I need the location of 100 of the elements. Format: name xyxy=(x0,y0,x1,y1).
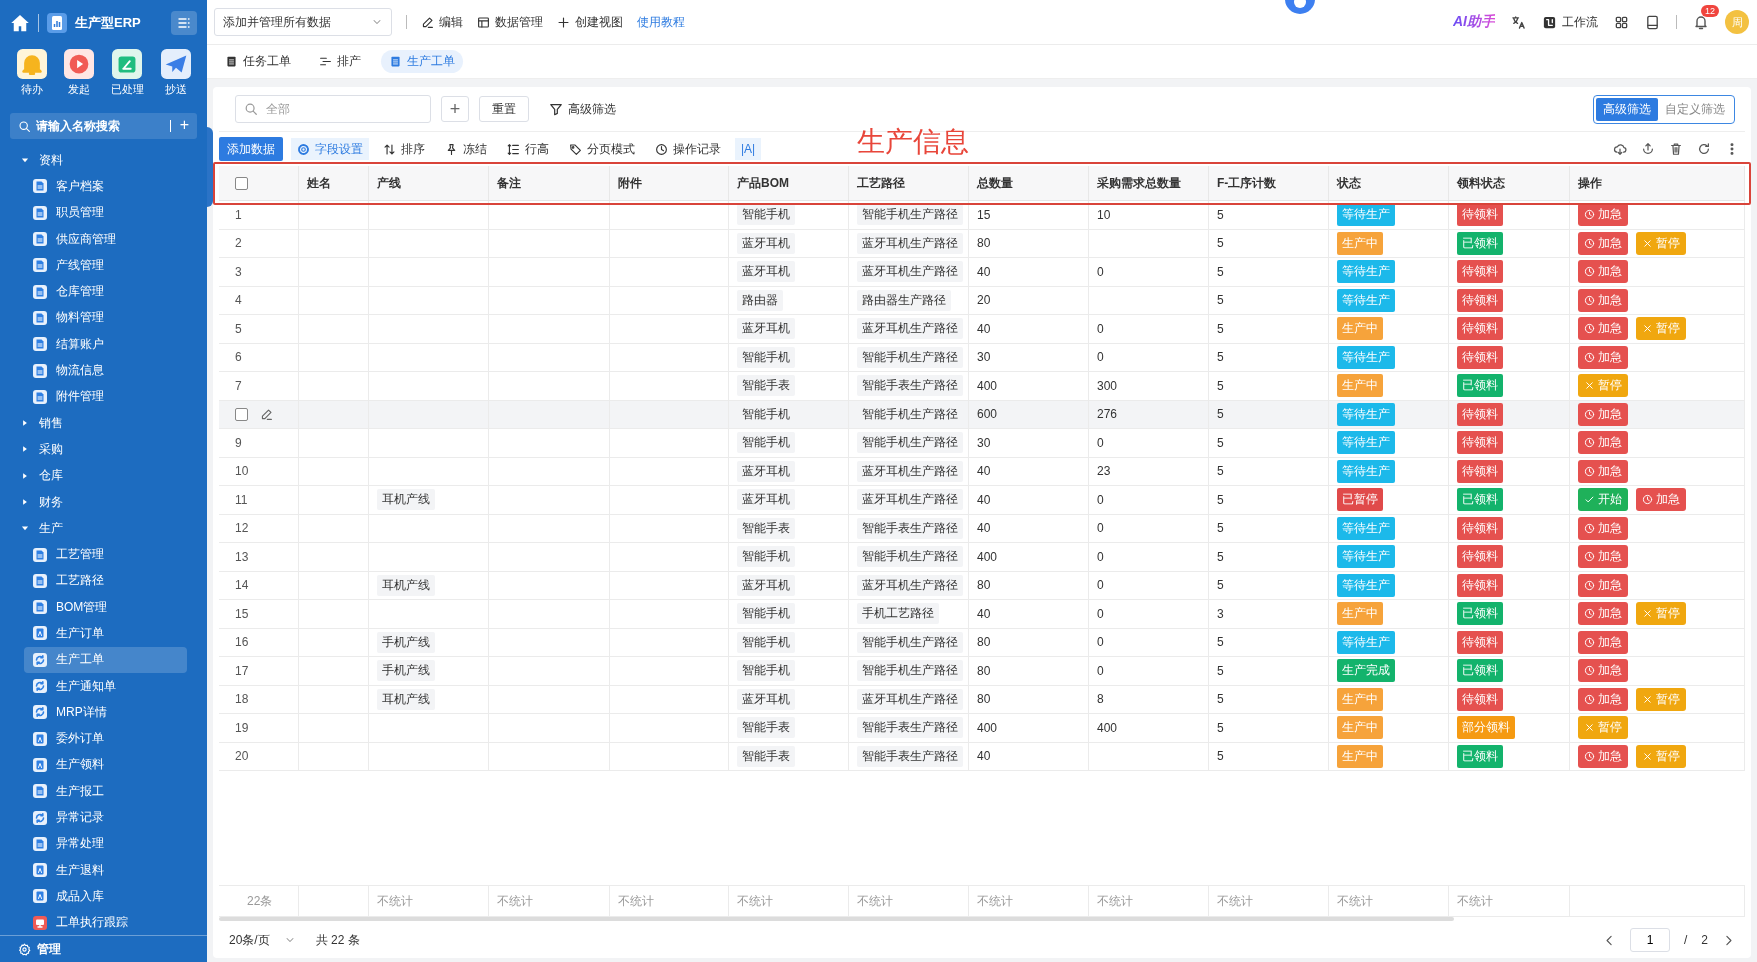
menu-item[interactable]: 生产工单 xyxy=(24,646,187,673)
menu-item[interactable]: 生产报工 xyxy=(24,778,187,805)
reset-button[interactable]: 重置 xyxy=(479,96,529,122)
menu-group[interactable]: 财务 xyxy=(0,488,207,516)
column-header[interactable]: 总数量 xyxy=(969,166,1089,200)
urgent-button[interactable]: 加急 xyxy=(1578,431,1628,455)
menu-item[interactable]: 成品入库 xyxy=(24,883,187,910)
menu-item[interactable]: 客户档案 xyxy=(24,173,187,200)
column-header[interactable]: 采购需求总数量 xyxy=(1089,166,1209,200)
menu-group[interactable]: 资料 xyxy=(0,147,207,174)
tab[interactable]: 生产工单 xyxy=(381,50,463,73)
toolbar-button[interactable]: 行高 xyxy=(501,138,555,160)
translate-button[interactable] xyxy=(1511,14,1526,30)
toolbar-button[interactable]: 排序 xyxy=(377,138,431,160)
delete-button[interactable] xyxy=(1669,142,1683,156)
refresh-button[interactable] xyxy=(1697,142,1711,156)
menu-item[interactable]: 产线管理 xyxy=(24,252,187,279)
apps-button[interactable] xyxy=(1614,14,1629,30)
import-button[interactable] xyxy=(1641,142,1655,156)
row-checkbox[interactable] xyxy=(235,407,248,421)
column-header[interactable]: 工艺路径 xyxy=(849,166,969,200)
table-row[interactable]: 16 手机产线 智能手机 智能手机生产路径 80 0 5 等待生产 待领料 加急 xyxy=(219,628,1745,657)
search-field[interactable]: 全部 xyxy=(235,95,431,123)
menu-group[interactable]: 采购 xyxy=(0,436,207,463)
urgent-button[interactable]: 加急 xyxy=(1578,573,1628,597)
collapse-handle[interactable] xyxy=(207,127,213,207)
export-button[interactable] xyxy=(1613,142,1627,156)
tab[interactable]: 排产 xyxy=(311,50,369,73)
toolbar-button[interactable]: 分页模式 xyxy=(563,138,641,160)
table-row[interactable]: 15 智能手机 手机工艺路径 40 0 3 生产中 已领料 加急 暂停 xyxy=(219,600,1745,629)
table-row[interactable]: 19 智能手表 智能手表生产路径 400 400 5 生产中 部分领料 暂停 xyxy=(219,714,1745,743)
column-header[interactable]: 备注 xyxy=(489,166,610,200)
scrollbar-thumb[interactable] xyxy=(219,917,1454,921)
menu-item[interactable]: BOM管理 xyxy=(24,594,187,621)
column-header[interactable]: 状态 xyxy=(1329,166,1449,200)
table-row[interactable]: 4 路由器 路由器生产路径 20 5 等待生产 待领料 加急 xyxy=(219,286,1745,315)
urgent-button[interactable]: 加急 xyxy=(1578,345,1628,369)
column-header[interactable]: F-工序计数 xyxy=(1209,166,1329,200)
menu-item[interactable]: 管理 xyxy=(0,935,207,962)
table-row[interactable]: 5 蓝牙耳机 蓝牙耳机生产路径 40 0 5 生产中 待领料 加急 暂停 xyxy=(219,315,1745,344)
menu-item[interactable]: 委外订单 xyxy=(24,725,187,752)
menu-item[interactable]: 异常记录 xyxy=(24,804,187,831)
menu-item[interactable]: 生产通知单 xyxy=(24,672,187,700)
book-button[interactable] xyxy=(1645,14,1660,30)
menu-group[interactable]: 销售 xyxy=(0,409,207,437)
top-action-button[interactable]: 数据管理 xyxy=(477,13,543,31)
menu-item[interactable]: 生产订单 xyxy=(24,620,187,647)
column-header[interactable]: 产品BOM xyxy=(729,166,849,200)
urgent-button[interactable]: 加急 xyxy=(1578,659,1628,683)
menu-item[interactable]: 工艺管理 xyxy=(24,541,187,568)
select-all-checkbox[interactable] xyxy=(235,176,248,190)
urgent-button[interactable]: 加急 xyxy=(1578,602,1628,626)
add-data-button[interactable]: 添加数据 xyxy=(219,137,283,161)
table-row[interactable]: 1 智能手机 智能手机生产路径 15 10 5 等待生产 待领料 加急 xyxy=(219,201,1745,230)
table-row[interactable]: 13 智能手机 智能手机生产路径 400 0 5 等待生产 待领料 加急 xyxy=(219,543,1745,572)
menu-item[interactable]: 供应商管理 xyxy=(24,225,187,253)
menu-item[interactable]: 仓库管理 xyxy=(24,278,187,305)
table-row[interactable]: 11 耳机产线 蓝牙耳机 蓝牙耳机生产路径 40 0 5 已暂停 已领料 开始 加急 xyxy=(219,486,1745,515)
page-size-select[interactable]: 20条/页 xyxy=(229,931,296,949)
menu-item[interactable]: MRP详情 xyxy=(24,699,187,726)
urgent-button[interactable]: 加急 xyxy=(1578,630,1628,654)
view-select[interactable]: 添加并管理所有数据 xyxy=(214,8,392,36)
urgent-button[interactable]: 加急 xyxy=(1578,231,1628,255)
urgent-button[interactable]: 加急 xyxy=(1578,516,1628,540)
column-header[interactable]: 领料状态 xyxy=(1449,166,1570,200)
notification-button[interactable] xyxy=(1693,14,1709,30)
table-row[interactable]: 20 智能手表 智能手表生产路径 40 5 生产中 已领料 加急 暂停 xyxy=(219,742,1745,771)
tutorial-link[interactable]: 使用教程 xyxy=(637,13,685,31)
edit-button[interactable] xyxy=(260,407,273,421)
menu-group[interactable]: 生产 xyxy=(0,515,207,542)
menu-item[interactable]: 异常处理 xyxy=(24,830,187,857)
table-row[interactable]: 17 手机产线 智能手机 智能手机生产路径 80 0 5 生产完成 已领料 加急 xyxy=(219,657,1745,686)
column-header[interactable]: 产线 xyxy=(369,166,489,200)
text-format-button[interactable]: |A| xyxy=(735,138,762,160)
advanced-filter-button[interactable]: 高级筛选 xyxy=(549,100,616,118)
urgent-button[interactable]: 加急 xyxy=(1578,459,1628,483)
urgent-button[interactable]: 加急 xyxy=(1578,545,1628,569)
menu-item[interactable]: 附件管理 xyxy=(24,383,187,410)
column-header[interactable]: 姓名 xyxy=(299,166,369,200)
table-row[interactable]: 18 耳机产线 蓝牙耳机 蓝牙耳机生产路径 80 8 5 生产中 待领料 加急 暂停 xyxy=(219,685,1745,714)
menu-toggle-button[interactable] xyxy=(171,10,197,35)
table-row[interactable]: 12 智能手表 智能手表生产路径 40 0 5 等待生产 待领料 加急 xyxy=(219,514,1745,543)
workflow-button[interactable]: 工作流 xyxy=(1542,13,1598,31)
menu-item[interactable]: 生产领料 xyxy=(24,751,187,779)
toolbar-button[interactable]: 冻结 xyxy=(439,138,493,160)
menu-item[interactable]: 物料管理 xyxy=(24,304,187,332)
urgent-button[interactable]: 加急 xyxy=(1578,687,1628,711)
tab[interactable]: 任务工单 xyxy=(217,50,299,73)
table-row[interactable]: 7 智能手表 智能手表生产路径 400 300 5 生产中 已领料 暂停 xyxy=(219,372,1745,401)
toolbar-button[interactable]: 字段设置 xyxy=(291,138,369,160)
menu-item[interactable]: 结算账户 xyxy=(24,331,187,358)
urgent-button[interactable]: 加急 xyxy=(1578,744,1628,768)
ai-assistant-button[interactable]: AI助手 xyxy=(1453,13,1495,31)
table-row[interactable]: 9 智能手机 智能手机生产路径 30 0 5 等待生产 待领料 加急 xyxy=(219,429,1745,458)
menu-item[interactable]: 工单执行跟踪 xyxy=(24,909,187,935)
filter-mode-tab[interactable]: 自定义筛选 xyxy=(1658,97,1732,121)
shortcut-button[interactable]: 已处理 xyxy=(110,49,144,107)
urgent-button[interactable]: 加急 xyxy=(1578,317,1628,341)
home-button[interactable] xyxy=(10,12,30,33)
add-menu-button[interactable]: + xyxy=(179,117,189,133)
